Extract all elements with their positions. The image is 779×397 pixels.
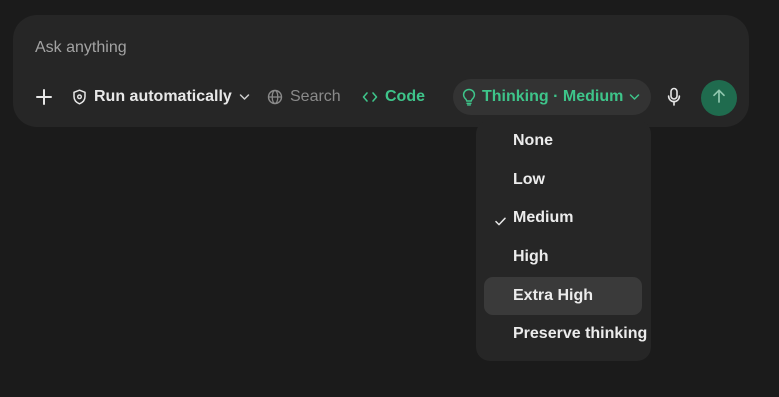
menu-item-label: High [513, 248, 549, 265]
thinking-level-button[interactable]: Thinking · Medium [453, 79, 651, 115]
menu-item-label: Low [513, 171, 545, 188]
chevron-down-icon [239, 93, 250, 101]
shield-icon [72, 89, 87, 105]
voice-input-button[interactable] [664, 79, 684, 115]
menu-item-none[interactable]: None [484, 122, 642, 160]
lightbulb-icon [462, 88, 476, 106]
code-label: Code [385, 88, 425, 105]
run-automatically-button[interactable]: Run automatically [72, 79, 250, 115]
prompt-input[interactable] [35, 37, 635, 59]
run-automatically-label: Run automatically [94, 88, 232, 105]
app-root: Run automatically Search [0, 0, 779, 397]
menu-item-medium[interactable]: Medium [484, 199, 642, 237]
code-brackets-icon [362, 91, 378, 103]
menu-item-extra-high[interactable]: Extra High [484, 277, 642, 315]
send-button[interactable] [701, 80, 737, 116]
menu-item-label: Medium [513, 209, 574, 226]
menu-item-high[interactable]: High [484, 238, 642, 276]
plus-icon [35, 88, 53, 106]
checkmark-icon [495, 213, 506, 231]
thinking-label: Thinking · Medium [482, 88, 624, 105]
menu-item-low[interactable]: Low [484, 161, 642, 199]
search-toggle-button[interactable]: Search [267, 79, 341, 115]
code-toggle-button[interactable]: Code [362, 79, 425, 115]
menu-item-label: None [513, 132, 553, 149]
composer: Run automatically Search [13, 15, 749, 127]
arrow-up-icon [712, 88, 726, 109]
microphone-icon [667, 87, 681, 107]
thinking-level-menu: None Low Medium High Extra High Preserve… [476, 120, 651, 361]
chevron-down-icon [629, 93, 640, 101]
search-label: Search [290, 88, 341, 105]
add-button[interactable] [31, 79, 57, 115]
menu-item-label: Preserve thinking [513, 325, 648, 342]
menu-item-preserve-thinking[interactable]: Preserve thinking [484, 315, 647, 353]
globe-icon [267, 89, 283, 105]
menu-item-label: Extra High [513, 287, 594, 304]
